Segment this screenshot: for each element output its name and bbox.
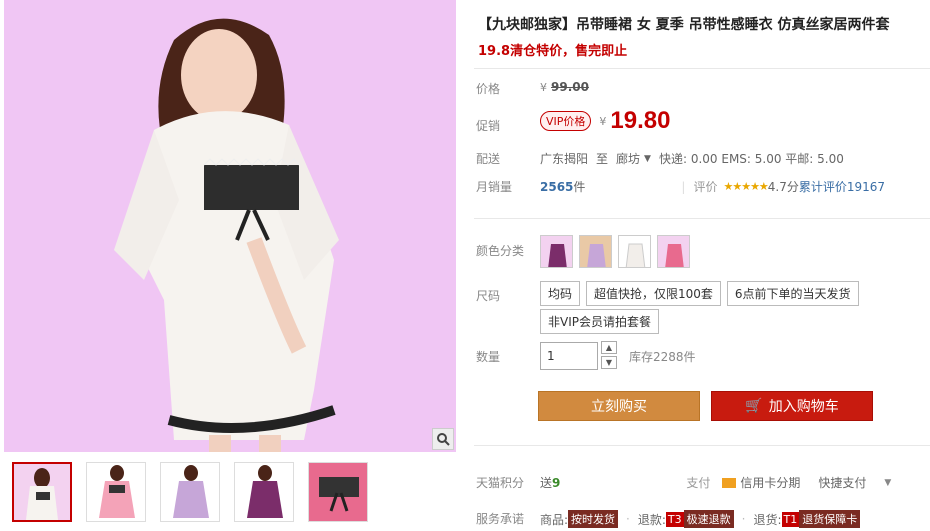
size-label: 尺码 bbox=[476, 289, 501, 303]
return-t-badge: T1 bbox=[781, 511, 800, 527]
quantity-row: 1 ▲ ▼ 库存2288件 bbox=[540, 341, 696, 371]
color-label: 颜色分类 bbox=[476, 244, 525, 258]
on-time-shipping-badge[interactable]: 按时发货 bbox=[568, 510, 619, 528]
promo-price: VIP价格 ¥ 19.80 bbox=[540, 107, 670, 135]
review-label: 评价 bbox=[693, 180, 718, 194]
points-label: 天猫积分 bbox=[476, 476, 525, 490]
chevron-down-icon[interactable]: ▼ bbox=[644, 154, 651, 164]
product-gallery bbox=[0, 0, 458, 531]
points-value: 9 bbox=[552, 475, 561, 490]
promo-price-value: 19.80 bbox=[610, 107, 671, 134]
shipping-fees: 快递: 0.00 EMS: 5.00 平邮: 5.00 bbox=[658, 152, 844, 166]
main-product-image[interactable] bbox=[4, 0, 456, 452]
ship-from: 广东揭阳 bbox=[540, 152, 589, 166]
thumbnail-2[interactable] bbox=[86, 462, 146, 522]
thumbnail-4[interactable] bbox=[234, 462, 294, 522]
review-count-link[interactable]: 累计评价19167 bbox=[799, 178, 885, 195]
color-swatch-purple[interactable] bbox=[540, 235, 573, 268]
quick-pay[interactable]: 快捷支付 bbox=[818, 474, 866, 491]
delivery-label: 配送 bbox=[476, 152, 501, 166]
promise-row: 商品: 按时发货 · 退款: T3 极速退款 · 退货: T1 退货保障卡 bbox=[540, 510, 861, 528]
points-row: 送 9 支付 信用卡分期 快捷支付 ▼ bbox=[540, 474, 891, 491]
product-info-panel: 【九块邮独家】吊带睡裙 女 夏季 吊带性感睡衣 仿真丝家居两件套 19.8清仓特… bbox=[474, 0, 930, 531]
thumbnail-strip bbox=[12, 462, 368, 522]
size-option[interactable]: 6点前下单的当天发货 bbox=[726, 281, 859, 306]
original-price-value: 99.00 bbox=[551, 80, 589, 94]
size-option[interactable]: 非VIP会员请拍套餐 bbox=[540, 309, 659, 334]
separator: · bbox=[741, 512, 746, 526]
cart-icon: 🛒 bbox=[745, 398, 763, 414]
quantity-label: 数量 bbox=[476, 350, 501, 364]
promise-refund-label: 退款: bbox=[637, 512, 666, 527]
thumbnail-3[interactable] bbox=[160, 462, 220, 522]
promise-label: 服务承诺 bbox=[476, 512, 525, 526]
original-price: ¥ 99.00 bbox=[540, 80, 589, 94]
decrement-icon[interactable]: ▼ bbox=[601, 356, 617, 369]
return-guarantee-badge[interactable]: 退货保障卡 bbox=[799, 510, 861, 528]
currency-symbol: ¥ bbox=[540, 80, 547, 94]
divider bbox=[474, 445, 930, 446]
divider bbox=[474, 218, 930, 219]
sales-row: 2565 件 | 评价 ★★★★★ 4.7分 累计评价19167 bbox=[540, 178, 885, 195]
size-option[interactable]: 超值快抢，仅限100套 bbox=[586, 281, 721, 306]
product-title: 【九块邮独家】吊带睡裙 女 夏季 吊带性感睡衣 仿真丝家居两件套 bbox=[478, 17, 890, 33]
pay-label: 支付 bbox=[686, 476, 711, 490]
credit-card-icon bbox=[722, 477, 737, 488]
ship-to-word: 至 bbox=[596, 152, 609, 166]
add-to-cart-button[interactable]: 🛒 加入购物车 bbox=[711, 391, 873, 421]
delivery-row: 广东揭阳 至 廊坊 ▼ 快递: 0.00 EMS: 5.00 平邮: 5.00 bbox=[540, 150, 844, 167]
size-options-row-2: 非VIP会员请拍套餐 bbox=[540, 309, 665, 334]
promo-label: 促销 bbox=[476, 119, 501, 133]
sales-unit: 件 bbox=[573, 180, 586, 194]
promise-return-label: 退货: bbox=[753, 512, 782, 527]
zoom-icon[interactable] bbox=[432, 428, 454, 450]
divider bbox=[474, 68, 930, 69]
fast-refund-badge[interactable]: 极速退款 bbox=[683, 510, 734, 528]
color-swatch-lilac[interactable] bbox=[579, 235, 612, 268]
size-options-row-1: 均码 超值快抢，仅限100套 6点前下单的当天发货 bbox=[540, 281, 865, 306]
chevron-down-icon[interactable]: ▼ bbox=[884, 478, 891, 488]
vip-price-badge: VIP价格 bbox=[540, 111, 592, 131]
color-swatches bbox=[540, 235, 696, 268]
monthly-sales-count: 2565 bbox=[540, 179, 574, 194]
rating-score: 4.7分 bbox=[767, 180, 799, 194]
stock-count: 库存2288件 bbox=[629, 349, 696, 364]
refund-t-badge: T3 bbox=[665, 511, 684, 527]
increment-icon[interactable]: ▲ bbox=[601, 341, 617, 354]
price-label: 价格 bbox=[476, 82, 501, 96]
color-swatch-white[interactable] bbox=[618, 235, 651, 268]
model-photo bbox=[4, 0, 456, 452]
color-swatch-pink[interactable] bbox=[657, 235, 690, 268]
add-to-cart-label: 加入购物车 bbox=[768, 399, 839, 415]
star-rating-icon: ★★★★★ bbox=[723, 180, 768, 193]
quantity-input[interactable]: 1 bbox=[540, 342, 598, 370]
sales-label: 月销量 bbox=[476, 180, 513, 194]
thumbnail-1[interactable] bbox=[12, 462, 72, 522]
ship-to-select[interactable]: 廊坊 bbox=[616, 150, 640, 167]
separator: | bbox=[681, 179, 686, 194]
buy-now-button[interactable]: 立刻购买 bbox=[538, 391, 700, 421]
currency-symbol: ¥ bbox=[599, 114, 607, 128]
promise-goods-label: 商品: bbox=[540, 512, 569, 527]
credit-installment[interactable]: 信用卡分期 bbox=[740, 474, 800, 491]
separator: · bbox=[626, 512, 630, 526]
product-subtitle: 19.8清仓特价，售完即止 bbox=[478, 44, 628, 59]
quantity-stepper: ▲ ▼ bbox=[601, 341, 617, 371]
points-give: 送 bbox=[540, 476, 553, 490]
size-option[interactable]: 均码 bbox=[540, 281, 581, 306]
thumbnail-5[interactable] bbox=[308, 462, 368, 522]
